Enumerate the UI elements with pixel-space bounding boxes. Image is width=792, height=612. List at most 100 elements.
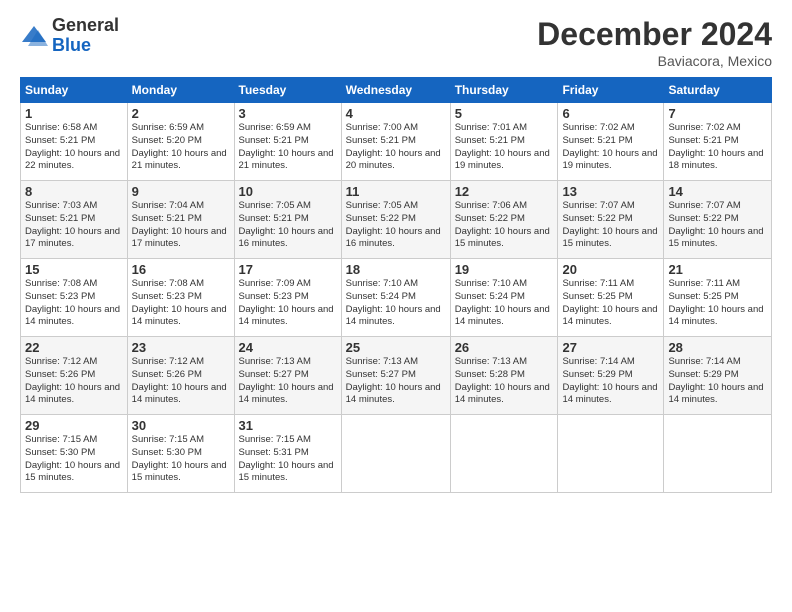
table-row bbox=[558, 415, 664, 493]
day-number: 1 bbox=[25, 106, 123, 121]
logo-text: General Blue bbox=[52, 16, 119, 56]
table-row: 25 Sunrise: 7:13 AMSunset: 5:27 PMDaylig… bbox=[341, 337, 450, 415]
day-info: Sunrise: 7:13 AMSunset: 5:27 PMDaylight:… bbox=[239, 356, 334, 405]
day-number: 16 bbox=[132, 262, 230, 277]
day-number: 19 bbox=[455, 262, 554, 277]
day-info: Sunrise: 7:08 AMSunset: 5:23 PMDaylight:… bbox=[132, 278, 227, 327]
day-info: Sunrise: 7:02 AMSunset: 5:21 PMDaylight:… bbox=[668, 122, 763, 171]
day-info: Sunrise: 7:10 AMSunset: 5:24 PMDaylight:… bbox=[455, 278, 550, 327]
day-info: Sunrise: 7:05 AMSunset: 5:22 PMDaylight:… bbox=[346, 200, 441, 249]
day-number: 4 bbox=[346, 106, 446, 121]
table-row: 30 Sunrise: 7:15 AMSunset: 5:30 PMDaylig… bbox=[127, 415, 234, 493]
day-number: 21 bbox=[668, 262, 767, 277]
month-title: December 2024 bbox=[537, 16, 772, 53]
day-info: Sunrise: 7:14 AMSunset: 5:29 PMDaylight:… bbox=[668, 356, 763, 405]
table-row: 18 Sunrise: 7:10 AMSunset: 5:24 PMDaylig… bbox=[341, 259, 450, 337]
day-number: 14 bbox=[668, 184, 767, 199]
table-row: 2 Sunrise: 6:59 AMSunset: 5:20 PMDayligh… bbox=[127, 103, 234, 181]
day-info: Sunrise: 7:10 AMSunset: 5:24 PMDaylight:… bbox=[346, 278, 441, 327]
table-row bbox=[341, 415, 450, 493]
logo-general: General bbox=[52, 16, 119, 36]
table-row: 31 Sunrise: 7:15 AMSunset: 5:31 PMDaylig… bbox=[234, 415, 341, 493]
header-saturday: Saturday bbox=[664, 78, 772, 103]
day-number: 10 bbox=[239, 184, 337, 199]
table-row: 22 Sunrise: 7:12 AMSunset: 5:26 PMDaylig… bbox=[21, 337, 128, 415]
table-row: 29 Sunrise: 7:15 AMSunset: 5:30 PMDaylig… bbox=[21, 415, 128, 493]
day-number: 8 bbox=[25, 184, 123, 199]
table-row: 1 Sunrise: 6:58 AMSunset: 5:21 PMDayligh… bbox=[21, 103, 128, 181]
day-number: 17 bbox=[239, 262, 337, 277]
table-row: 16 Sunrise: 7:08 AMSunset: 5:23 PMDaylig… bbox=[127, 259, 234, 337]
day-number: 30 bbox=[132, 418, 230, 433]
day-info: Sunrise: 7:08 AMSunset: 5:23 PMDaylight:… bbox=[25, 278, 120, 327]
table-row: 14 Sunrise: 7:07 AMSunset: 5:22 PMDaylig… bbox=[664, 181, 772, 259]
day-info: Sunrise: 7:06 AMSunset: 5:22 PMDaylight:… bbox=[455, 200, 550, 249]
location: Baviacora, Mexico bbox=[537, 53, 772, 69]
table-row: 28 Sunrise: 7:14 AMSunset: 5:29 PMDaylig… bbox=[664, 337, 772, 415]
day-number: 3 bbox=[239, 106, 337, 121]
table-row: 20 Sunrise: 7:11 AMSunset: 5:25 PMDaylig… bbox=[558, 259, 664, 337]
day-number: 25 bbox=[346, 340, 446, 355]
header-sunday: Sunday bbox=[21, 78, 128, 103]
day-info: Sunrise: 7:02 AMSunset: 5:21 PMDaylight:… bbox=[562, 122, 657, 171]
table-row: 15 Sunrise: 7:08 AMSunset: 5:23 PMDaylig… bbox=[21, 259, 128, 337]
day-number: 27 bbox=[562, 340, 659, 355]
table-row: 10 Sunrise: 7:05 AMSunset: 5:21 PMDaylig… bbox=[234, 181, 341, 259]
day-info: Sunrise: 7:09 AMSunset: 5:23 PMDaylight:… bbox=[239, 278, 334, 327]
day-info: Sunrise: 7:13 AMSunset: 5:27 PMDaylight:… bbox=[346, 356, 441, 405]
day-info: Sunrise: 7:15 AMSunset: 5:30 PMDaylight:… bbox=[132, 434, 227, 483]
calendar-table: Sunday Monday Tuesday Wednesday Thursday… bbox=[20, 77, 772, 493]
day-info: Sunrise: 7:13 AMSunset: 5:28 PMDaylight:… bbox=[455, 356, 550, 405]
day-info: Sunrise: 7:00 AMSunset: 5:21 PMDaylight:… bbox=[346, 122, 441, 171]
day-info: Sunrise: 7:14 AMSunset: 5:29 PMDaylight:… bbox=[562, 356, 657, 405]
day-number: 24 bbox=[239, 340, 337, 355]
table-row: 27 Sunrise: 7:14 AMSunset: 5:29 PMDaylig… bbox=[558, 337, 664, 415]
day-number: 15 bbox=[25, 262, 123, 277]
day-number: 5 bbox=[455, 106, 554, 121]
day-number: 28 bbox=[668, 340, 767, 355]
day-info: Sunrise: 6:59 AMSunset: 5:21 PMDaylight:… bbox=[239, 122, 334, 171]
day-info: Sunrise: 6:59 AMSunset: 5:20 PMDaylight:… bbox=[132, 122, 227, 171]
header-tuesday: Tuesday bbox=[234, 78, 341, 103]
day-info: Sunrise: 7:15 AMSunset: 5:30 PMDaylight:… bbox=[25, 434, 120, 483]
table-row: 6 Sunrise: 7:02 AMSunset: 5:21 PMDayligh… bbox=[558, 103, 664, 181]
calendar-row: 22 Sunrise: 7:12 AMSunset: 5:26 PMDaylig… bbox=[21, 337, 772, 415]
day-number: 18 bbox=[346, 262, 446, 277]
table-row: 19 Sunrise: 7:10 AMSunset: 5:24 PMDaylig… bbox=[450, 259, 558, 337]
day-number: 29 bbox=[25, 418, 123, 433]
page: General Blue December 2024 Baviacora, Me… bbox=[0, 0, 792, 612]
day-number: 31 bbox=[239, 418, 337, 433]
day-info: Sunrise: 7:15 AMSunset: 5:31 PMDaylight:… bbox=[239, 434, 334, 483]
day-info: Sunrise: 7:05 AMSunset: 5:21 PMDaylight:… bbox=[239, 200, 334, 249]
day-number: 20 bbox=[562, 262, 659, 277]
day-number: 12 bbox=[455, 184, 554, 199]
day-number: 6 bbox=[562, 106, 659, 121]
table-row bbox=[664, 415, 772, 493]
table-row: 7 Sunrise: 7:02 AMSunset: 5:21 PMDayligh… bbox=[664, 103, 772, 181]
day-info: Sunrise: 7:01 AMSunset: 5:21 PMDaylight:… bbox=[455, 122, 550, 171]
table-row: 5 Sunrise: 7:01 AMSunset: 5:21 PMDayligh… bbox=[450, 103, 558, 181]
table-row: 3 Sunrise: 6:59 AMSunset: 5:21 PMDayligh… bbox=[234, 103, 341, 181]
table-row: 13 Sunrise: 7:07 AMSunset: 5:22 PMDaylig… bbox=[558, 181, 664, 259]
logo-blue: Blue bbox=[52, 36, 119, 56]
header-friday: Friday bbox=[558, 78, 664, 103]
day-number: 11 bbox=[346, 184, 446, 199]
calendar-row: 1 Sunrise: 6:58 AMSunset: 5:21 PMDayligh… bbox=[21, 103, 772, 181]
table-row: 21 Sunrise: 7:11 AMSunset: 5:25 PMDaylig… bbox=[664, 259, 772, 337]
day-info: Sunrise: 7:11 AMSunset: 5:25 PMDaylight:… bbox=[562, 278, 657, 327]
day-number: 26 bbox=[455, 340, 554, 355]
title-section: December 2024 Baviacora, Mexico bbox=[537, 16, 772, 69]
table-row: 24 Sunrise: 7:13 AMSunset: 5:27 PMDaylig… bbox=[234, 337, 341, 415]
day-info: Sunrise: 7:04 AMSunset: 5:21 PMDaylight:… bbox=[132, 200, 227, 249]
header: General Blue December 2024 Baviacora, Me… bbox=[20, 16, 772, 69]
calendar-row: 29 Sunrise: 7:15 AMSunset: 5:30 PMDaylig… bbox=[21, 415, 772, 493]
table-row: 4 Sunrise: 7:00 AMSunset: 5:21 PMDayligh… bbox=[341, 103, 450, 181]
table-row: 11 Sunrise: 7:05 AMSunset: 5:22 PMDaylig… bbox=[341, 181, 450, 259]
logo-icon bbox=[20, 22, 48, 50]
day-number: 9 bbox=[132, 184, 230, 199]
header-monday: Monday bbox=[127, 78, 234, 103]
day-number: 2 bbox=[132, 106, 230, 121]
day-info: Sunrise: 7:12 AMSunset: 5:26 PMDaylight:… bbox=[132, 356, 227, 405]
day-info: Sunrise: 7:07 AMSunset: 5:22 PMDaylight:… bbox=[668, 200, 763, 249]
header-thursday: Thursday bbox=[450, 78, 558, 103]
